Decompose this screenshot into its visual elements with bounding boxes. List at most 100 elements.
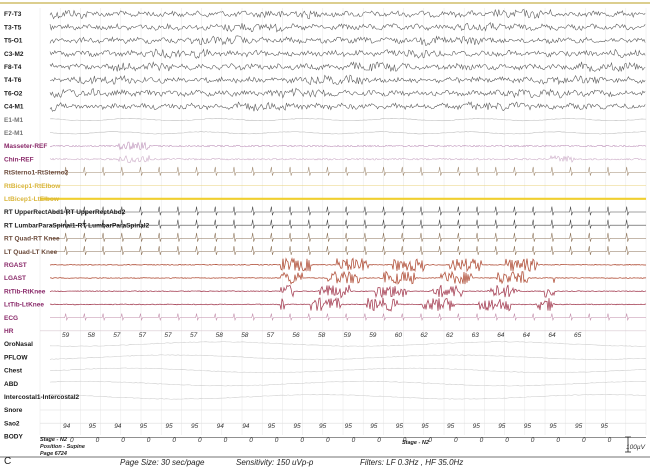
channel-label: RtBicep1-RtElbow — [4, 183, 61, 190]
body-value: 0 — [505, 437, 509, 444]
body-value: 0 — [147, 437, 151, 444]
hr-value: 58 — [241, 332, 249, 339]
hr-value: 64 — [548, 332, 556, 339]
hr-value: 59 — [344, 332, 352, 339]
channel-label: C3-M2 — [4, 51, 24, 58]
hr-value: 57 — [164, 332, 172, 339]
scale-label: 100µV — [626, 444, 646, 451]
psg-recording: F7-T3 T3-T5 T5-O1 C3-M2 F8-T4 T4-T6 T6-O2 C4-M1… — [0, 0, 650, 467]
hr-value: 58 — [88, 332, 96, 339]
hr-value: 57 — [113, 332, 121, 339]
channel-label: T5-O1 — [4, 38, 23, 45]
channel-label: LT Quad-LT Knee — [4, 249, 58, 256]
hr-value: 64 — [523, 332, 531, 339]
sao2-value: 95 — [370, 423, 378, 430]
hr-value: 58 — [318, 332, 326, 339]
hr-value: 56 — [292, 332, 300, 339]
sao2-value: 95 — [524, 423, 532, 430]
body-value: 0 — [326, 437, 330, 444]
channel-label: HR — [4, 328, 14, 335]
body-value: 0 — [480, 437, 484, 444]
channel-label: RT Quad-RT Knee — [4, 236, 60, 243]
sao2-value: 95 — [396, 423, 404, 430]
channel-label: E2-M1 — [4, 130, 24, 137]
body-value: 0 — [96, 437, 100, 444]
sao2-value: 95 — [447, 423, 455, 430]
channel-label: RtSterno1-RtSterno2 — [4, 170, 69, 177]
body-value: 0 — [70, 437, 74, 444]
sao2-value: 95 — [140, 423, 148, 430]
body-value: 0 — [224, 437, 228, 444]
panel-letter: C — [4, 456, 11, 467]
body-value: 0 — [121, 437, 125, 444]
body-value: 0 — [275, 437, 279, 444]
body-value: 0 — [556, 437, 560, 444]
hr-values: 59 58 57 57 57 57 58 58 57 56 58 59 59 60 62 62 63 64 64 64… — [62, 332, 582, 339]
channel-label: E1-M1 — [4, 117, 24, 124]
stage-right-label: Stage - N2 — [402, 440, 429, 446]
channel-label: RGAST — [4, 262, 27, 269]
body-value: 0 — [582, 437, 586, 444]
sao2-value: 95 — [601, 423, 609, 430]
channel-label: Snore — [4, 407, 23, 414]
sao2-value: 94 — [63, 423, 71, 430]
channel-label: Sao2 — [4, 420, 20, 427]
channel-label: RtTib-RtKnee — [4, 288, 46, 295]
sao2-value: 94 — [242, 423, 250, 430]
hr-value: 62 — [446, 332, 454, 339]
hr-value: 64 — [497, 332, 505, 339]
sao2-value: 95 — [575, 423, 583, 430]
body-value: 0 — [531, 437, 535, 444]
body-value: 0 — [608, 437, 612, 444]
body-value: 0 — [198, 437, 202, 444]
channel-label: OroNasal — [4, 341, 33, 348]
hr-value: 63 — [472, 332, 480, 339]
hr-value: 57 — [190, 332, 198, 339]
sao2-value: 94 — [217, 423, 225, 430]
hr-value: 62 — [420, 332, 428, 339]
hr-value: 59 — [369, 332, 377, 339]
channel-label: F7-T3 — [4, 11, 22, 18]
sao2-value: 95 — [498, 423, 506, 430]
channel-label: PFLOW — [4, 354, 28, 361]
body-value: 0 — [377, 437, 381, 444]
channel-label: RT UpperRectAbd1-RT UpperRectAbd2 — [4, 209, 126, 216]
channel-label: LtBicep1-LtElbow — [4, 196, 60, 203]
page-number-label: Page 6724 — [40, 451, 67, 457]
position-label: Position - Supine — [40, 444, 85, 450]
channel-label: ECG — [4, 315, 18, 322]
channel-label: Chest — [4, 368, 23, 375]
body-value: 0 — [172, 437, 176, 444]
channel-label: T4-T6 — [4, 77, 22, 84]
hr-value: 57 — [139, 332, 147, 339]
body-value: 0 — [428, 437, 432, 444]
sao2-value: 95 — [293, 423, 301, 430]
stage-left-label: Stage - N2 — [40, 437, 67, 443]
channel-label: BODY — [4, 434, 23, 441]
channel-label: F8-T4 — [4, 64, 22, 71]
channel-label: Chin-REF — [4, 156, 34, 163]
page-background — [0, 0, 650, 467]
channel-label: Intercostal1-Intercostal2 — [4, 394, 80, 401]
footer-sensitivity: Sensitivity: 150 uVp-p — [236, 458, 314, 467]
sao2-value: 95 — [191, 423, 199, 430]
body-value: 0 — [300, 437, 304, 444]
channel-label: Masseter-REF — [4, 143, 47, 150]
sao2-value: 95 — [473, 423, 481, 430]
hr-value: 59 — [62, 332, 70, 339]
body-value: 0 — [352, 437, 356, 444]
hr-value: 57 — [267, 332, 275, 339]
body-value: 0 — [249, 437, 253, 444]
footer-page-size: Page Size: 30 sec/page — [120, 458, 205, 467]
channel-label: C4-M1 — [4, 104, 24, 111]
sao2-value: 94 — [114, 423, 122, 430]
sao2-value: 95 — [421, 423, 429, 430]
sao2-value: 95 — [319, 423, 327, 430]
channel-label: LtTib-LtKnee — [4, 302, 44, 309]
channel-label: ABD — [4, 381, 18, 388]
hr-value: 58 — [216, 332, 224, 339]
sao2-value: 95 — [549, 423, 557, 430]
channel-label: LGAST — [4, 275, 26, 282]
hr-value: 60 — [395, 332, 403, 339]
sao2-value: 95 — [268, 423, 276, 430]
